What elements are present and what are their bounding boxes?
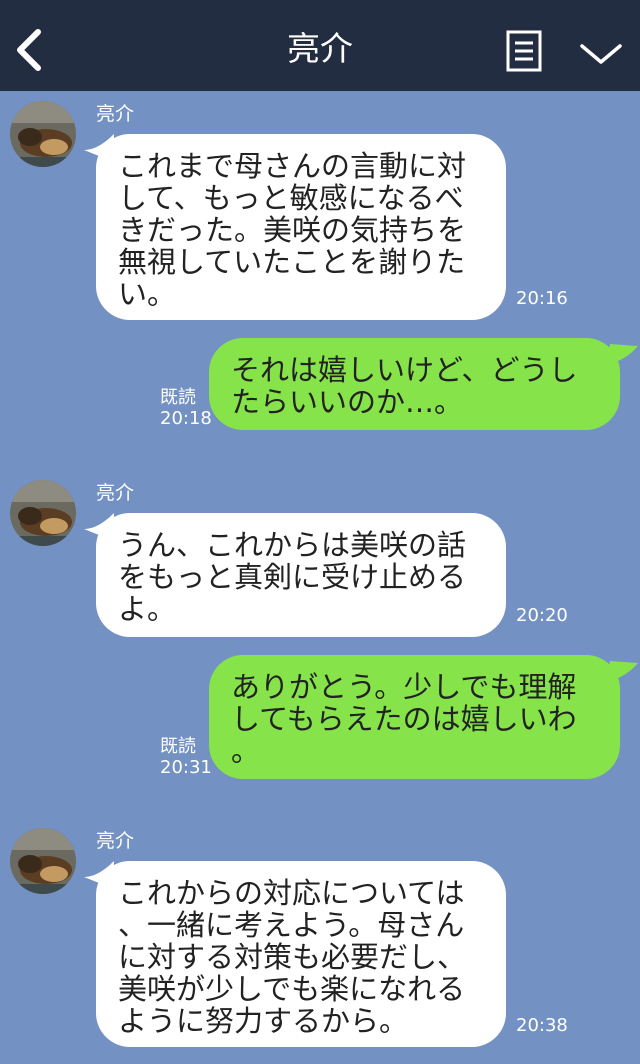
- message-line: してもらえたのは嬉しいわ: [231, 702, 577, 736]
- message-time: 20:16: [516, 288, 568, 309]
- message-line: ありがとう。少しでも理解: [231, 670, 577, 704]
- chat-header: 亮介: [0, 0, 640, 91]
- note-icon[interactable]: [500, 28, 548, 76]
- avatar-photo: [10, 828, 76, 894]
- message-time: 20:20: [516, 605, 568, 626]
- read-receipt: 既読 20:31: [160, 736, 212, 778]
- avatar[interactable]: [10, 101, 76, 167]
- read-receipt: 既読 20:18: [160, 387, 212, 429]
- avatar-photo: [10, 101, 76, 167]
- message-bubble[interactable]: これからの対応については 、一緒に考えよう。母さん に対する対策も必要だし、 美…: [96, 861, 506, 1047]
- message-bubble[interactable]: それは嬉しいけど、どうし たらいいのか…。: [209, 338, 620, 430]
- avatar[interactable]: [10, 828, 76, 894]
- message-bubble[interactable]: ありがとう。少しでも理解 してもらえたのは嬉しいわ 。: [209, 655, 620, 779]
- message-line: これまで母さんの言動に対: [118, 149, 467, 183]
- message-time: 20:18: [160, 408, 212, 429]
- message-line: よ。: [118, 592, 177, 626]
- message-line: 、一緒に考えよう。母さん: [118, 908, 465, 942]
- message-line: 無視していたことを謝りた: [118, 245, 466, 279]
- message-bubble[interactable]: うん、これからは美咲の話 をもっと真剣に受け止める よ。: [96, 513, 506, 637]
- message-line: をもっと真剣に受け止める: [118, 560, 467, 594]
- chevron-down-icon[interactable]: [576, 36, 626, 70]
- avatar[interactable]: [10, 480, 76, 546]
- message-time: 20:31: [160, 757, 212, 778]
- sender-name: 亮介: [96, 482, 135, 504]
- message-line: 美咲が少しでも楽になれる: [118, 972, 466, 1006]
- message-line: して、もっと敏感になるべ: [118, 181, 464, 215]
- message-line: うん、これからは美咲の話: [118, 528, 467, 562]
- message-bubble[interactable]: これまで母さんの言動に対 して、もっと敏感になるべ きだった。美咲の気持ちを 無…: [96, 134, 506, 320]
- message-line: きだった。美咲の気持ちを: [118, 213, 467, 247]
- message-line: それは嬉しいけど、どうし: [231, 353, 578, 387]
- sender-name: 亮介: [96, 830, 135, 852]
- message-line: に対する対策も必要だし、: [118, 940, 467, 974]
- avatar-photo: [10, 480, 76, 546]
- sender-name: 亮介: [96, 103, 135, 125]
- message-line: たらいいのか…。: [231, 385, 464, 419]
- message-time: 20:38: [516, 1015, 568, 1036]
- bubble-tail: [606, 344, 638, 364]
- message-line: い。: [118, 277, 177, 311]
- message-line: ように努力するから。: [118, 1004, 409, 1038]
- message-line: これからの対応については: [118, 876, 465, 910]
- read-label: 既読: [160, 387, 196, 408]
- bubble-tail: [606, 661, 638, 681]
- read-label: 既読: [160, 736, 196, 757]
- message-line: 。: [231, 734, 261, 768]
